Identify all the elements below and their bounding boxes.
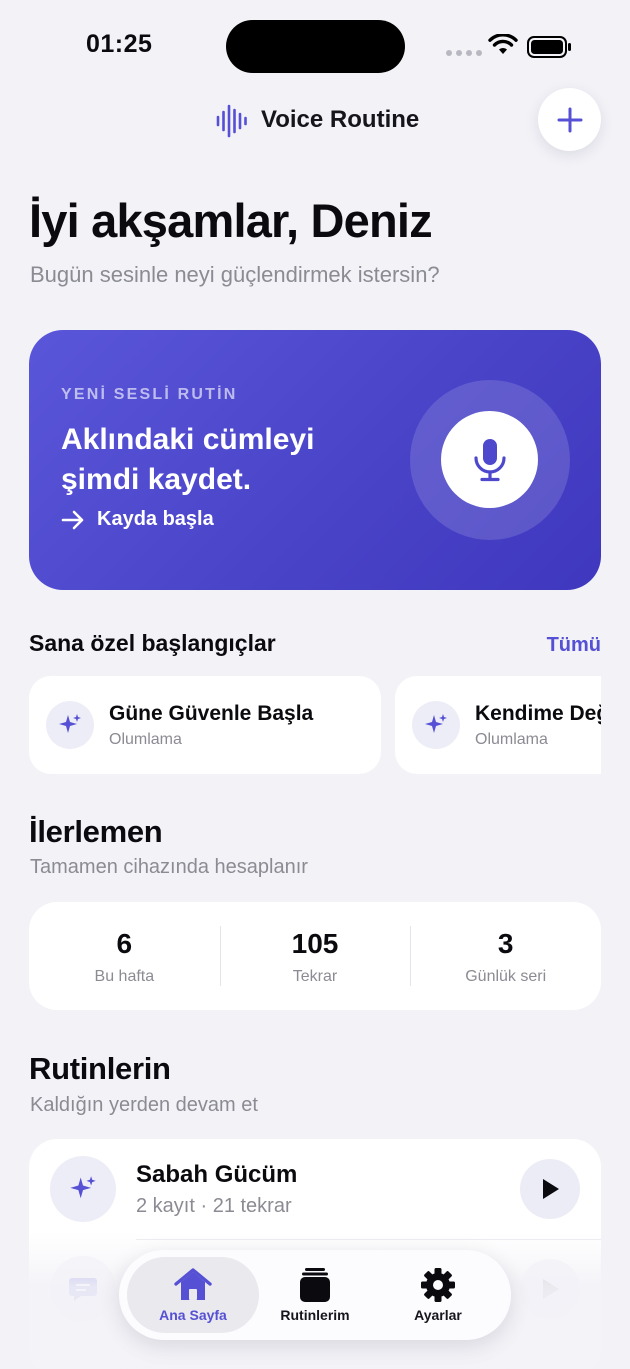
battery-icon (527, 36, 571, 58)
microphone-icon (473, 438, 506, 481)
stat-value: 6 (116, 928, 133, 959)
stat-value: 3 (497, 928, 514, 959)
suggestions-header: Sana özel başlangıçlar Tümü (29, 630, 601, 657)
sparkle-icon (50, 1156, 116, 1222)
tab-label: Ayarlar (414, 1307, 462, 1323)
tab-home[interactable]: Ana Sayfa (127, 1257, 259, 1333)
see-all-link[interactable]: Tümü (547, 634, 601, 657)
routines-title: Rutinlerin (29, 1051, 171, 1086)
greeting-title: İyi akşamlar, Deniz (29, 194, 433, 247)
tab-bar: Ana Sayfa Rutinlerim Ayarlar (119, 1250, 511, 1340)
arrow-right-icon (61, 510, 84, 529)
suggestion-card[interactable]: Kendime Değer Olumlama (395, 676, 601, 774)
stat-label: Günlük seri (465, 968, 547, 985)
hero-title: Aklındaki cümleyi şimdi kaydet. (61, 423, 315, 496)
play-icon (543, 1179, 559, 1199)
stat-label: Bu hafta (94, 968, 155, 985)
suggestions-title: Sana özel başlangıçlar (29, 630, 276, 656)
app-header: Voice Routine (0, 88, 630, 152)
suggestion-title: Güne Güvenle Başla (109, 702, 314, 725)
routines-subtitle: Kaldığın yerden devam et (30, 1094, 258, 1116)
record-button[interactable] (441, 411, 538, 508)
status-time: 01:25 (86, 30, 153, 58)
signal-icon (446, 50, 482, 56)
sparkle-icon (46, 701, 94, 749)
suggestion-category: Olumlama (475, 731, 548, 748)
start-recording-label: Kayda başla (97, 508, 214, 530)
wifi-icon (488, 34, 518, 54)
tab-label: Rutinlerim (280, 1307, 350, 1323)
suggestion-title: Kendime Değer (475, 702, 601, 725)
routine-title[interactable]: Sabah Gücüm (136, 1161, 297, 1189)
tab-settings[interactable]: Ayarlar (372, 1257, 504, 1333)
tab-routines[interactable]: Rutinlerim (249, 1257, 381, 1333)
add-routine-button[interactable] (538, 88, 601, 151)
progress-subtitle: Tamamen cihazında hesaplanır (30, 856, 308, 878)
stat-value: 105 (291, 928, 339, 959)
dynamic-island (226, 20, 405, 73)
hero-eyebrow: YENİ SESLİ RUTİN (61, 386, 238, 403)
status-bar: 01:25 (0, 0, 630, 92)
stat-repetitions: 105 Tekrar (219, 902, 411, 1010)
gear-icon (421, 1268, 455, 1302)
suggestions-carousel[interactable]: Güne Güvenle Başla Olumlama Kendime Değe… (29, 676, 601, 774)
stat-this-week: 6 Bu hafta (29, 902, 220, 1010)
stat-label: Tekrar (292, 968, 338, 985)
progress-stats: 6 Bu hafta 105 Tekrar 3 Günlük seri (29, 902, 601, 1010)
routine-meta: 2 kayıt · 21 tekrar (136, 1195, 292, 1217)
suggestion-category: Olumlama (109, 731, 182, 748)
greeting-subtitle: Bugün sesinle neyi güçlendirmek istersin… (30, 262, 440, 287)
suggestion-card[interactable]: Güne Güvenle Başla Olumlama (29, 676, 381, 774)
sparkle-icon (412, 701, 460, 749)
new-routine-card[interactable]: YENİ SESLİ RUTİN Aklındaki cümleyi şimdi… (29, 330, 601, 590)
stat-daily-streak: 3 Günlük seri (410, 902, 601, 1010)
progress-title: İlerlemen (29, 814, 163, 849)
home-icon (174, 1268, 212, 1300)
tab-label: Ana Sayfa (159, 1307, 227, 1323)
app-title: Voice Routine (261, 106, 420, 133)
start-recording-link[interactable]: Kayda başla (61, 508, 214, 531)
stack-icon (300, 1268, 330, 1302)
plus-icon (557, 107, 582, 132)
play-button[interactable] (520, 1159, 580, 1219)
waveform-icon (216, 104, 247, 138)
